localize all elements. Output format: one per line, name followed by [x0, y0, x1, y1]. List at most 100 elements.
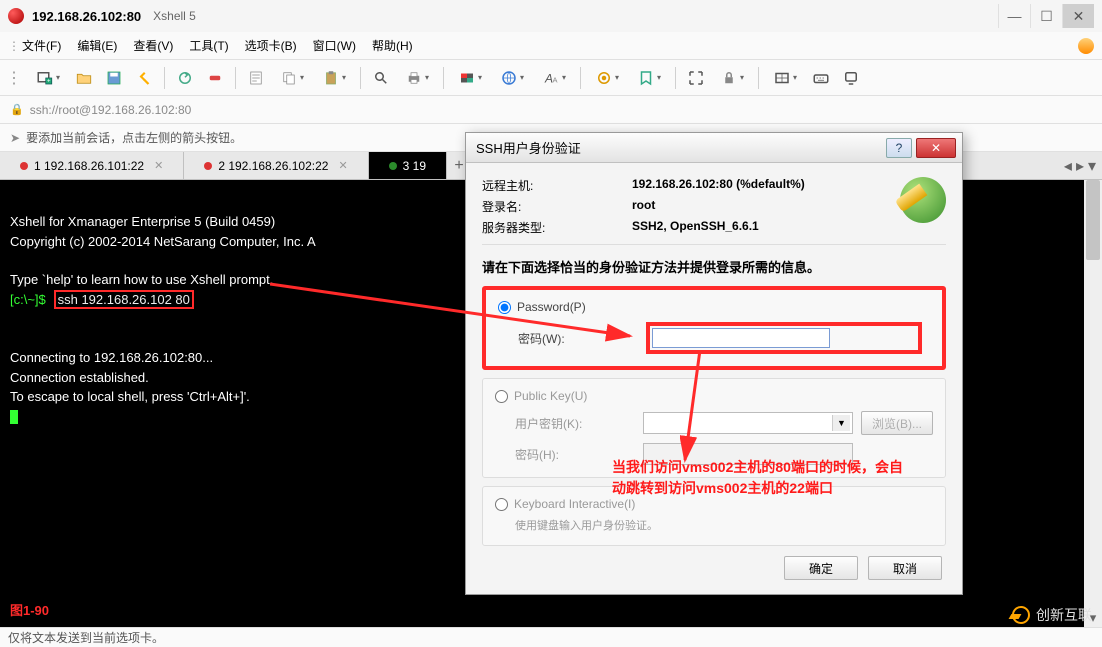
dialog-titlebar: SSH用户身份验证 ? ✕: [466, 133, 962, 163]
status-dot-icon: [20, 162, 28, 170]
label-login: 登录名:: [482, 198, 632, 215]
toolbar: ⋮ +▾ ▾ ▾ ▾ ▾ ▾ AA▾ ▾ ▾ ▾ ▾: [0, 60, 1102, 96]
ok-button[interactable]: 确定: [784, 556, 858, 580]
tab-close-icon[interactable]: ✕: [338, 159, 347, 172]
password-input[interactable]: [652, 328, 830, 348]
tab-label: 1 192.168.26.101:22: [34, 159, 144, 173]
menu-edit[interactable]: 编辑(E): [69, 33, 125, 58]
tab-prev-icon[interactable]: ◂: [1064, 156, 1072, 176]
open-button[interactable]: [70, 64, 98, 92]
script-button[interactable]: ▾: [629, 64, 669, 92]
close-button[interactable]: ✕: [1062, 4, 1094, 28]
watermark-text: 创新互联: [1036, 605, 1092, 625]
menu-window[interactable]: 窗口(W): [305, 33, 364, 58]
terminal-prompt: [c:\~]$: [10, 292, 46, 307]
watermark: 创新互联: [1012, 605, 1092, 625]
window-title: 192.168.26.102:80: [32, 9, 141, 24]
annotation-text: 当我们访问vms002主机的80端口的时候，会自动跳转到访问vms002主机的2…: [612, 457, 903, 499]
encoding-button[interactable]: ▾: [492, 64, 532, 92]
browse-button[interactable]: 浏览(B)...: [861, 411, 933, 435]
properties-button[interactable]: [242, 64, 270, 92]
brand-icon: [1078, 38, 1094, 54]
compose-button[interactable]: [837, 64, 865, 92]
label-remote-host: 远程主机:: [482, 177, 632, 194]
password-radio-label: Password(P): [517, 300, 586, 314]
password-input-highlight: [646, 322, 922, 354]
menu-bar: ⋮ 文件(F) 编辑(E) 查看(V) 工具(T) 选项卡(B) 窗口(W) 帮…: [0, 32, 1102, 60]
terminal-line: Connection established.: [10, 370, 149, 385]
fullscreen-button[interactable]: [682, 64, 710, 92]
connect-button[interactable]: [130, 64, 158, 92]
tab-session-2[interactable]: 2 192.168.26.102:22 ✕: [184, 152, 368, 179]
highlight-button[interactable]: ▾: [587, 64, 627, 92]
publickey-radio[interactable]: [495, 390, 508, 403]
value-server-type: SSH2, OpenSSH_6.6.1: [632, 219, 759, 236]
tab-list-icon[interactable]: ▾: [1088, 156, 1096, 176]
terminal-line: Xshell for Xmanager Enterprise 5 (Build …: [10, 214, 275, 229]
svg-text:+: +: [47, 78, 51, 84]
find-button[interactable]: [367, 64, 395, 92]
lock-icon: 🔒: [10, 103, 24, 116]
menu-tabs[interactable]: 选项卡(B): [237, 33, 305, 58]
dialog-help-button[interactable]: ?: [886, 138, 912, 158]
userkey-combo[interactable]: ▼: [643, 412, 853, 434]
disconnect-button[interactable]: [201, 64, 229, 92]
status-bar: 仅将文本发送到当前选项卡。: [0, 627, 1102, 647]
terminal-scrollbar[interactable]: ▾: [1084, 180, 1102, 627]
password-label: 密码(W):: [498, 330, 638, 347]
password-radio[interactable]: [498, 301, 511, 314]
layout-button[interactable]: ▾: [765, 64, 805, 92]
dialog-title: SSH用户身份验证: [476, 138, 581, 157]
keyboard-button[interactable]: [807, 64, 835, 92]
font-button[interactable]: AA▾: [534, 64, 574, 92]
terminal-line: Type `help' to learn how to use Xshell p…: [10, 272, 273, 287]
figure-label: 图1-90: [10, 602, 49, 621]
tab-label: 2 192.168.26.102:22: [218, 159, 328, 173]
terminal-cursor: [10, 410, 18, 424]
print-button[interactable]: ▾: [397, 64, 437, 92]
key-icon: [896, 173, 948, 225]
lock-button[interactable]: ▾: [712, 64, 752, 92]
cancel-button[interactable]: 取消: [868, 556, 942, 580]
terminal-line: Copyright (c) 2002-2014 NetSarang Comput…: [10, 234, 316, 249]
tab-next-icon[interactable]: ▸: [1076, 156, 1084, 176]
maximize-button[interactable]: ☐: [1030, 4, 1062, 28]
tab-session-1[interactable]: 1 192.168.26.101:22 ✕: [0, 152, 184, 179]
reconnect-button[interactable]: [171, 64, 199, 92]
color-scheme-button[interactable]: ▾: [450, 64, 490, 92]
paste-button[interactable]: ▾: [314, 64, 354, 92]
value-login: root: [632, 198, 655, 215]
menu-help[interactable]: 帮助(H): [364, 33, 421, 58]
minimize-button[interactable]: —: [998, 4, 1030, 28]
watermark-icon: [1012, 606, 1030, 624]
status-dot-icon: [204, 162, 212, 170]
arrow-icon: ➤: [10, 131, 20, 145]
save-button[interactable]: [100, 64, 128, 92]
new-session-button[interactable]: +▾: [28, 64, 68, 92]
keyboard-hint: 使用键盘输入用户身份验证。: [495, 517, 933, 533]
hint-text: 要添加当前会话，点击左侧的箭头按钮。: [26, 129, 242, 146]
scrollbar-thumb[interactable]: [1086, 180, 1100, 260]
terminal-line: To escape to local shell, press 'Ctrl+Al…: [10, 389, 250, 404]
menu-tools[interactable]: 工具(T): [181, 33, 236, 58]
publickey-radio-label: Public Key(U): [514, 389, 587, 403]
tab-label: 3 19: [403, 159, 426, 173]
terminal-line: Connecting to 192.168.26.102:80...: [10, 350, 213, 365]
title-bar: 192.168.26.102:80 Xshell 5 — ☐ ✕: [0, 0, 1102, 32]
tab-nav: ◂ ▸ ▾: [1064, 152, 1096, 179]
status-text: 仅将文本发送到当前选项卡。: [8, 629, 164, 646]
copy-button[interactable]: ▾: [272, 64, 312, 92]
address-bar[interactable]: 🔒 ssh://root@192.168.26.102:80: [0, 96, 1102, 124]
tab-close-icon[interactable]: ✕: [154, 159, 163, 172]
menu-file[interactable]: 文件(F): [14, 33, 69, 58]
ssh-auth-dialog: SSH用户身份验证 ? ✕ 远程主机:192.168.26.102:80 (%d…: [465, 132, 963, 595]
svg-text:A: A: [544, 71, 553, 85]
terminal-command-highlight: ssh 192.168.26.102 80: [54, 290, 194, 309]
tab-session-3[interactable]: 3 19: [369, 152, 447, 179]
keyboard-radio-label: Keyboard Interactive(I): [514, 497, 635, 511]
dialog-close-button[interactable]: ✕: [916, 138, 956, 158]
menu-view[interactable]: 查看(V): [125, 33, 181, 58]
svg-text:A: A: [552, 75, 557, 84]
keyboard-radio[interactable]: [495, 498, 508, 511]
window-controls: — ☐ ✕: [998, 4, 1094, 28]
